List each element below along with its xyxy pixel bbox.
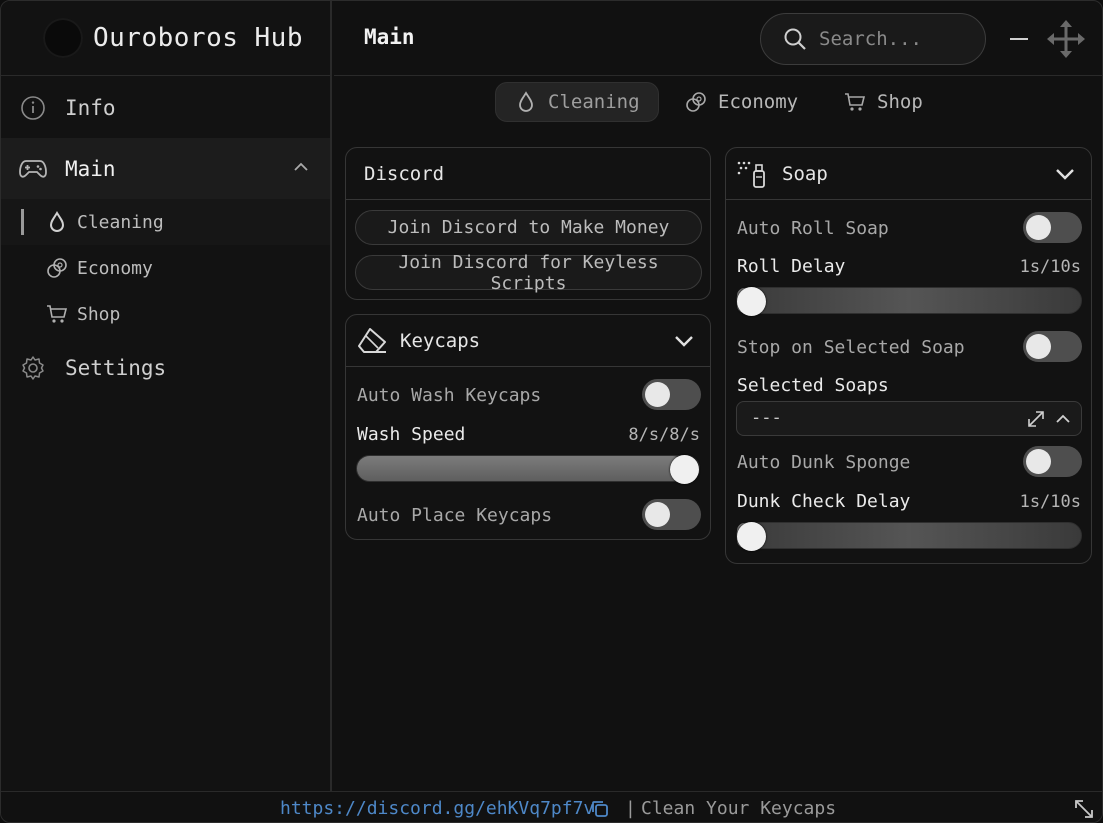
sidebar-item-label: Info: [65, 95, 116, 120]
info-icon: [19, 94, 47, 122]
chevron-down-icon[interactable]: [1053, 162, 1077, 186]
minimize-button[interactable]: [1006, 24, 1032, 54]
gear-icon: [19, 354, 47, 382]
cart-icon: [45, 300, 69, 328]
droplet-icon: [514, 90, 538, 114]
slider-thumb[interactable]: [737, 287, 766, 316]
footer-status: Clean Your Keycaps: [641, 798, 837, 819]
active-indicator: [21, 209, 24, 235]
sidebar-item-label: Shop: [77, 303, 121, 325]
search-icon: [783, 27, 807, 51]
card-header[interactable]: Soap: [726, 148, 1091, 200]
auto-place-toggle[interactable]: [642, 499, 701, 530]
roll-delay-label: Roll Delay: [737, 256, 846, 277]
slider-thumb[interactable]: [670, 455, 699, 484]
coins-icon: [45, 254, 69, 282]
footer-separator: |: [625, 798, 636, 819]
app-title: Ouroboros Hub: [93, 23, 303, 53]
brand: Ouroboros Hub: [1, 1, 330, 76]
discord-card: Discord Join Discord to Make Money Join …: [345, 147, 711, 300]
copy-icon[interactable]: [590, 799, 610, 819]
sidebar: Ouroboros Hub Info Main Cleaning Economy…: [1, 1, 332, 791]
gamepad-icon: [19, 155, 47, 183]
sidebar-item-main[interactable]: Main: [1, 138, 330, 199]
card-title: Discord: [364, 162, 445, 185]
soap-card: Soap Auto Roll Soap Roll Delay 1s/10s St…: [725, 147, 1092, 564]
dropdown-value: ---: [751, 408, 782, 428]
dunk-delay-label: Dunk Check Delay: [737, 491, 911, 512]
tab-economy[interactable]: Economy: [684, 82, 798, 122]
card-title: Keycaps: [400, 329, 481, 352]
card-header[interactable]: Keycaps: [346, 315, 710, 367]
tab-bar: Cleaning Economy Shop: [334, 77, 1102, 137]
header: Main: [334, 1, 1102, 76]
auto-place-label: Auto Place Keycaps: [357, 505, 553, 526]
tab-shop[interactable]: Shop: [843, 82, 923, 122]
auto-wash-toggle[interactable]: [642, 379, 701, 410]
chevron-up-icon[interactable]: [292, 158, 310, 180]
cart-icon: [843, 90, 867, 114]
sidebar-item-label: Cleaning: [77, 211, 164, 233]
toggle-knob: [1026, 334, 1051, 359]
roll-delay-value: 1s/10s: [1019, 257, 1081, 277]
toggle-knob: [1026, 449, 1051, 474]
sidebar-item-info[interactable]: Info: [1, 77, 330, 138]
sidebar-item-label: Settings: [65, 356, 167, 380]
keycap-eraser-icon: [356, 326, 388, 356]
selected-soaps-dropdown[interactable]: ---: [736, 401, 1082, 436]
auto-roll-toggle[interactable]: [1023, 212, 1082, 243]
toggle-knob: [1026, 215, 1051, 240]
slider-fill: [357, 456, 685, 481]
selected-soaps-label: Selected Soaps: [737, 375, 889, 396]
sidebar-subitem-cleaning[interactable]: Cleaning: [1, 199, 330, 245]
wash-speed-value: 8/s/8/s: [628, 425, 700, 445]
discord-link[interactable]: https://discord.gg/ehKVq7pf7v: [280, 798, 594, 819]
expand-icon[interactable]: [1025, 408, 1047, 434]
auto-roll-label: Auto Roll Soap: [737, 218, 889, 239]
slider-thumb[interactable]: [737, 522, 766, 551]
sidebar-subitem-economy[interactable]: Economy: [1, 245, 330, 291]
tab-cleaning[interactable]: Cleaning: [495, 82, 659, 122]
join-discord-money-button[interactable]: Join Discord to Make Money: [355, 210, 702, 245]
move-icon[interactable]: [1046, 19, 1086, 59]
roll-delay-slider[interactable]: [736, 287, 1082, 316]
wash-speed-slider[interactable]: [356, 455, 700, 484]
dunk-delay-slider[interactable]: [736, 522, 1082, 551]
sidebar-subitem-shop[interactable]: Shop: [1, 291, 330, 337]
footer: https://discord.gg/ehKVq7pf7v | Clean Yo…: [1, 791, 1102, 822]
stop-selected-toggle[interactable]: [1023, 331, 1082, 362]
auto-wash-label: Auto Wash Keycaps: [357, 385, 542, 406]
toggle-knob: [645, 382, 670, 407]
toggle-knob: [645, 502, 670, 527]
search-box[interactable]: [760, 13, 986, 65]
auto-dunk-toggle[interactable]: [1023, 446, 1082, 477]
stop-selected-label: Stop on Selected Soap: [737, 337, 965, 358]
tab-label: Cleaning: [548, 91, 640, 113]
search-input[interactable]: [819, 28, 969, 50]
join-discord-keyless-button[interactable]: Join Discord for Keyless Scripts: [355, 252, 702, 294]
wash-speed-label: Wash Speed: [357, 424, 466, 445]
soap-bottle-icon: [736, 159, 768, 189]
chevron-up-icon[interactable]: [1053, 409, 1073, 433]
page-title: Main: [364, 25, 415, 49]
chevron-down-icon[interactable]: [672, 329, 696, 353]
resize-icon[interactable]: [1073, 798, 1095, 820]
keycaps-card: Keycaps Auto Wash Keycaps Wash Speed 8/s…: [345, 314, 711, 540]
coins-icon: [684, 90, 708, 114]
tab-label: Shop: [877, 91, 923, 113]
sidebar-item-settings[interactable]: Settings: [1, 338, 330, 398]
app-window: Ouroboros Hub Info Main Cleaning Economy…: [0, 0, 1103, 823]
card-title: Soap: [782, 162, 828, 185]
tab-label: Economy: [718, 91, 799, 113]
droplet-icon: [45, 208, 69, 236]
card-header: Discord: [346, 148, 710, 200]
sidebar-item-label: Economy: [77, 257, 153, 279]
auto-dunk-label: Auto Dunk Sponge: [737, 452, 911, 473]
logo-icon: [43, 18, 83, 58]
sidebar-item-label: Main: [65, 156, 116, 181]
dunk-delay-value: 1s/10s: [1019, 492, 1081, 512]
